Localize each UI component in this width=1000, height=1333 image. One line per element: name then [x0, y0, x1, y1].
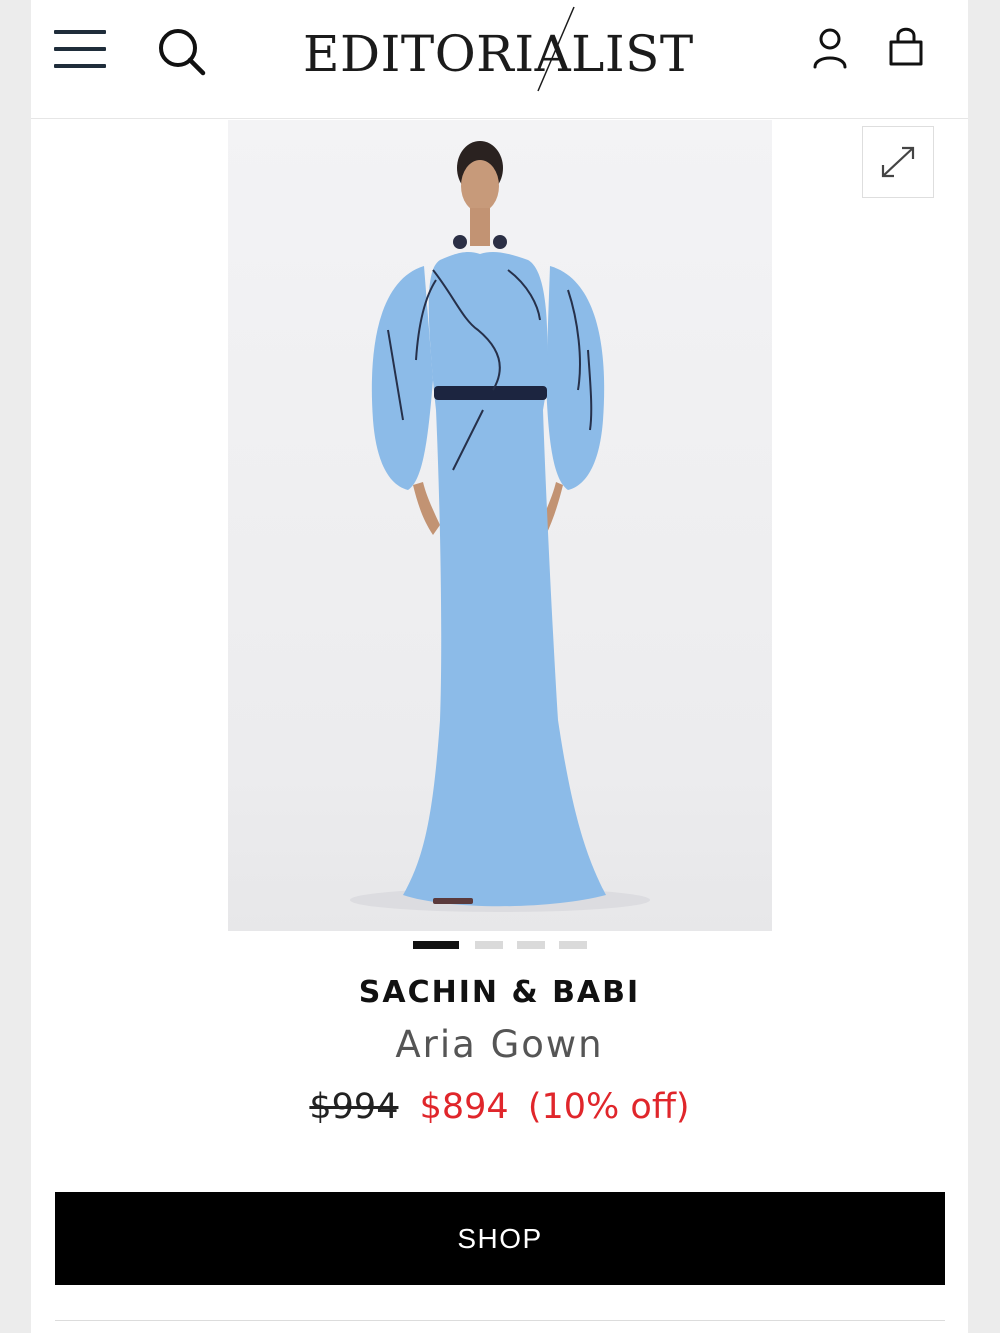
pagination-dot[interactable] [559, 941, 587, 949]
search-icon [159, 29, 206, 76]
expand-image-button[interactable] [862, 126, 934, 198]
shop-button[interactable]: SHOP [55, 1192, 945, 1285]
site-logo[interactable]: EDITORIALIST [303, 14, 693, 94]
pagination-dot[interactable] [475, 941, 503, 949]
expand-icon [881, 146, 915, 178]
pagination-dot[interactable] [413, 941, 459, 949]
menu-button[interactable] [54, 28, 106, 70]
bag-button[interactable] [886, 24, 926, 70]
account-icon [813, 28, 847, 69]
model-in-gown-image [350, 141, 650, 912]
search-button[interactable] [157, 27, 207, 77]
price-row: $994 $894 (10% off) [31, 1087, 968, 1127]
menu-icon-bar [54, 64, 106, 68]
sale-price: $894 [419, 1087, 509, 1127]
divider [55, 1320, 945, 1321]
bag-icon [889, 27, 923, 66]
logo-slash-mark [537, 6, 575, 92]
product-page: EDITORIALIST SACHIN & BABI Aria Gown $99… [31, 0, 968, 1333]
product-name: Aria Gown [395, 1023, 604, 1066]
product-image[interactable] [228, 120, 772, 931]
pagination-dot[interactable] [517, 941, 545, 949]
site-header: EDITORIALIST [31, 0, 968, 119]
product-brand[interactable]: SACHIN & BABI [31, 975, 968, 1010]
account-button[interactable] [811, 27, 851, 71]
menu-icon-bar [54, 47, 106, 51]
menu-icon-bar [54, 30, 106, 34]
original-price: $994 [309, 1087, 399, 1127]
discount-label: (10% off) [527, 1087, 690, 1127]
